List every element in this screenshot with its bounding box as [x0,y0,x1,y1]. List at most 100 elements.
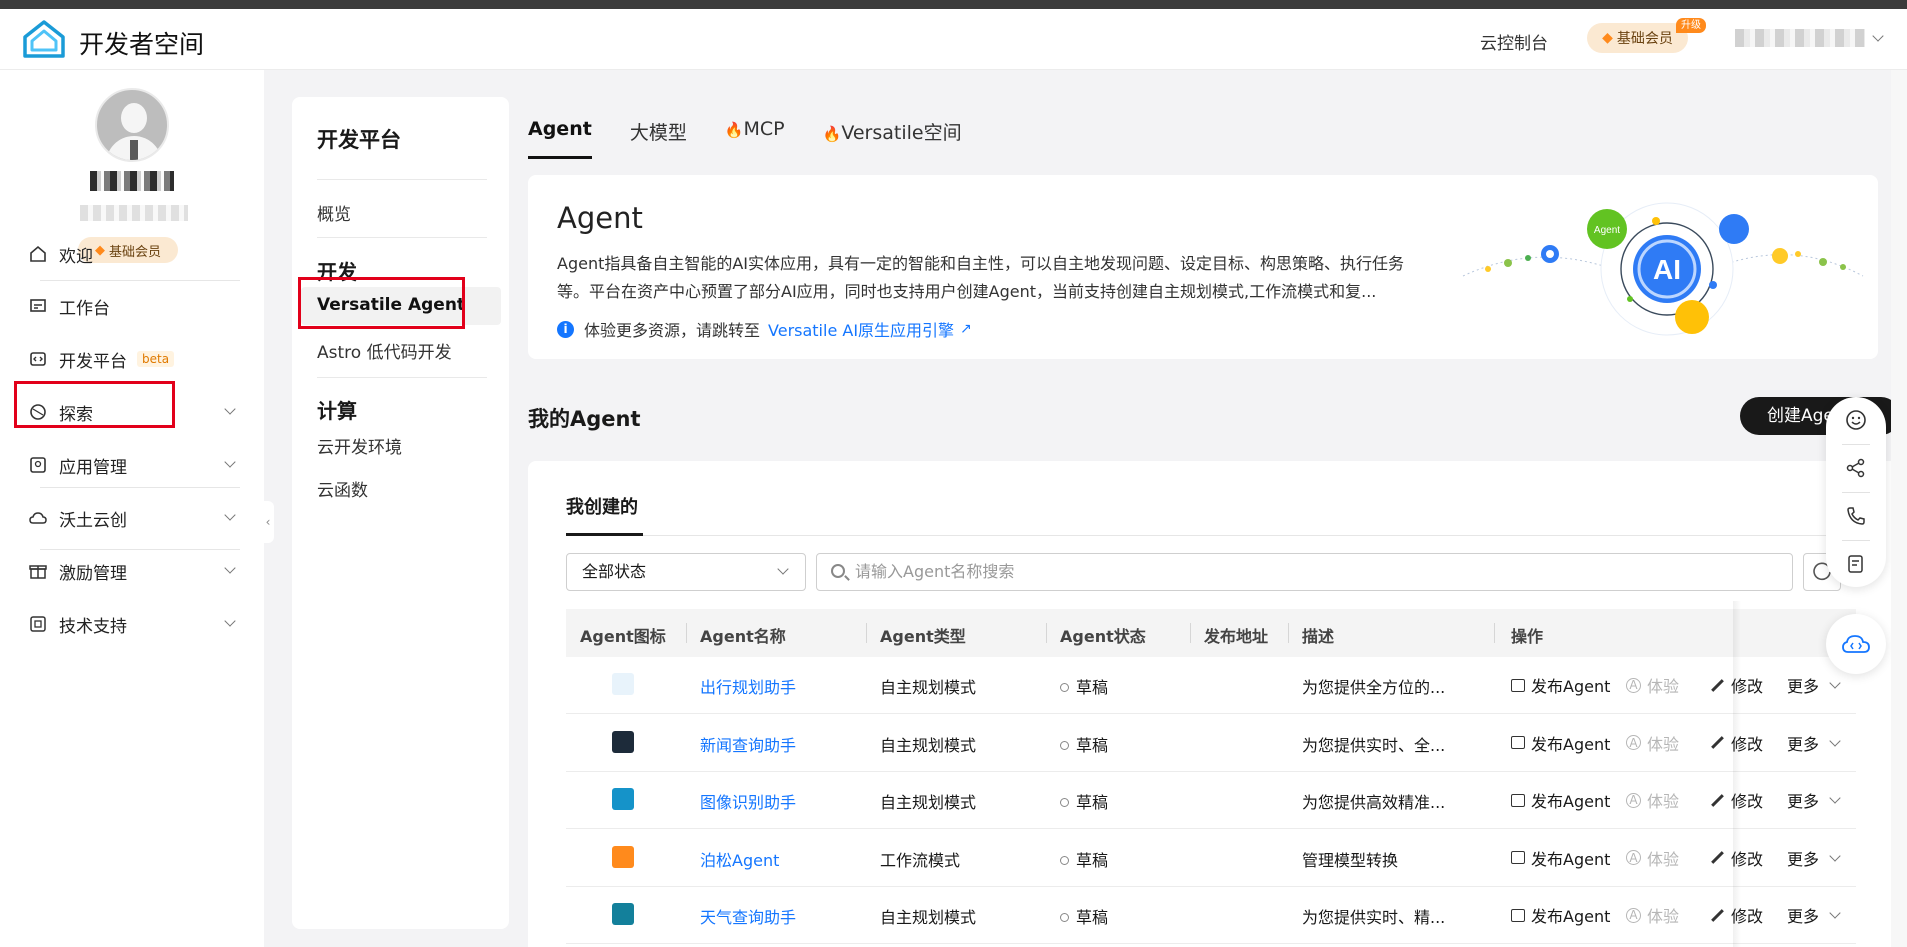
publish-label: 发布Agent [1531,734,1611,754]
active-tab-indicator [566,533,643,536]
agent-icon [612,673,634,695]
cloud-console-link[interactable]: 云控制台 [1480,29,1548,54]
agent-status-text: 草稿 [1076,850,1109,870]
dev-platform-subnav: 开发平台 概览 开发 Versatile Agent Astro 低代码开发 计… [292,97,509,929]
column-header: Agent名称 [700,627,786,646]
sidebar-item-label: 探索 [59,404,93,425]
more-button[interactable]: 更多 [1787,903,1841,927]
agent-name-link[interactable]: 图像识别助手 [700,789,796,813]
external-link-icon[interactable]: ↗ [960,321,972,337]
agent-type: 自主规划模式 [880,735,977,755]
chevron-down-icon[interactable] [224,403,236,415]
more-button[interactable]: 更多 [1787,673,1841,697]
publish-agent-button[interactable]: 发布Agent [1511,788,1610,812]
publish-agent-button[interactable]: 发布Agent [1511,846,1610,870]
sidebar-item-workbench[interactable]: 工作台 [14,284,242,328]
agent-status: 草稿 [1060,732,1108,756]
experience-label: 体验 [1647,792,1680,811]
developer-space-logo-icon[interactable] [22,19,66,59]
subnav-title: 开发平台 [317,128,401,152]
publish-agent-button[interactable]: 发布Agent [1511,673,1610,697]
table-row: 图像识别助手 自主规划模式 草稿 为您提供高效精准... 发布Agent A 体验… [566,772,1856,829]
cloud-create-icon [27,507,49,529]
publish-agent-button[interactable]: 发布Agent [1511,731,1610,755]
tab-versatile-space[interactable]: 🔥Versatile空间 [823,97,962,161]
chevron-down-icon[interactable] [224,562,236,574]
pencil-icon [1711,793,1724,807]
status-filter-select[interactable]: 全部状态 [566,553,806,591]
tab-my-created[interactable]: 我创建的 [566,493,638,519]
subnav-item-overview[interactable]: 概览 [317,200,351,225]
experience-button[interactable]: A 体验 [1626,903,1679,927]
publish-agent-button[interactable]: 发布Agent [1511,903,1610,927]
chevron-down-icon[interactable] [224,509,236,521]
subnav-item-cloud-dev-env[interactable]: 云开发环境 [317,433,402,458]
cloud-code-button[interactable] [1826,614,1886,674]
agent-status: 草稿 [1060,847,1108,871]
sidebar-item-label: 应用管理 [59,457,127,478]
sidebar-item-explore[interactable]: 探索 [14,390,242,434]
agent-status-text: 草稿 [1076,908,1109,927]
contact-phone-button[interactable] [1826,493,1886,539]
sidebar-item-welcome[interactable]: 欢迎 [14,232,242,276]
share-button[interactable] [1826,445,1886,491]
agent-search-input[interactable]: 请输入Agent名称搜索 [816,553,1793,591]
more-button[interactable]: 更多 [1787,846,1841,870]
agent-icon [612,788,634,810]
table-row: 天气查询助手 自主规划模式 草稿 为您提供实时、精... 发布Agent A 体验… [566,887,1856,944]
chevron-down-icon[interactable] [224,615,236,627]
experience-button[interactable]: A 体验 [1626,846,1679,870]
feedback-smile-button[interactable] [1826,397,1886,443]
brand-title[interactable]: 开发者空间 [79,25,204,61]
sidebar-item-label: 沃土云创 [59,510,127,531]
note-edit-icon [1848,555,1863,573]
my-agent-panel: 我创建的 全部状态 请输入Agent名称搜索 Agent图标 Agent名称 A… [528,461,1907,947]
agent-name-link[interactable]: 新闻查询助手 [700,732,796,756]
agent-name-link[interactable]: 出行规划助手 [700,674,796,698]
table-row: 出行规划助手 自主规划模式 草稿 为您提供全方位的... 发布Agent A 体验… [566,657,1856,714]
tab-llm[interactable]: 大模型 [630,97,687,161]
agent-name-link[interactable]: 泊松Agent [700,847,779,871]
user-account-name[interactable] [1735,29,1865,47]
agent-name-link[interactable]: 天气查询助手 [700,904,796,928]
search-icon [831,564,845,578]
account-chevron-down-icon[interactable] [1872,30,1884,42]
vip-membership-button[interactable]: ◆ 基础会员 [1587,23,1688,53]
tab-mcp[interactable]: 🔥MCP [725,97,785,161]
notes-button[interactable] [1826,541,1886,587]
experience-button[interactable]: A 体验 [1626,788,1679,812]
experience-label: 体验 [1647,849,1680,869]
chevron-down-icon[interactable] [224,456,236,468]
agent-status-text: 草稿 [1076,735,1109,755]
sidebar-item-cloud-create[interactable]: 沃土云创 [14,496,242,540]
sidebar-item-support[interactable]: 技术支持 [14,602,242,646]
column-divider [1288,623,1289,643]
subnav-item-cloud-func[interactable]: 云函数 [317,476,368,501]
status-dot-icon [1060,913,1069,922]
subnav-group-compute: 计算 [317,399,357,423]
tab-agent[interactable]: Agent [528,97,592,161]
sidebar-collapse-handle[interactable]: ‹ [262,501,274,543]
my-agent-title: 我的Agent [528,407,641,431]
upgrade-badge[interactable]: 升级 [1676,18,1706,33]
ai-experience-icon: A [1626,907,1641,923]
more-button[interactable]: 更多 [1787,731,1841,755]
page-scrollbar[interactable] [1891,70,1907,947]
sidebar-item-dev-platform[interactable]: 开发平台 beta [14,337,242,381]
pencil-icon [1711,678,1724,692]
agent-type: 自主规划模式 [880,793,977,812]
agent-description: 为您提供实时、全... [1302,735,1446,755]
versatile-engine-link[interactable]: Versatile AI原生应用引擎 [768,317,954,341]
info-icon: i [557,320,574,338]
avatar[interactable] [95,88,169,162]
fire-icon: 🔥 [822,125,842,143]
subnav-item-astro[interactable]: Astro 低代码开发 [317,338,452,363]
sidebar-item-app-manage[interactable]: 应用管理 [14,443,242,487]
experience-button[interactable]: A 体验 [1626,731,1679,755]
more-button[interactable]: 更多 [1787,788,1841,812]
tab-bar: Agent 大模型 🔥MCP 🔥Versatile空间 [528,97,1000,161]
publish-icon [1511,851,1525,864]
tab-label: MCP [743,118,785,140]
experience-button[interactable]: A 体验 [1626,673,1679,697]
sidebar-item-incentive[interactable]: 激励管理 [14,549,242,593]
